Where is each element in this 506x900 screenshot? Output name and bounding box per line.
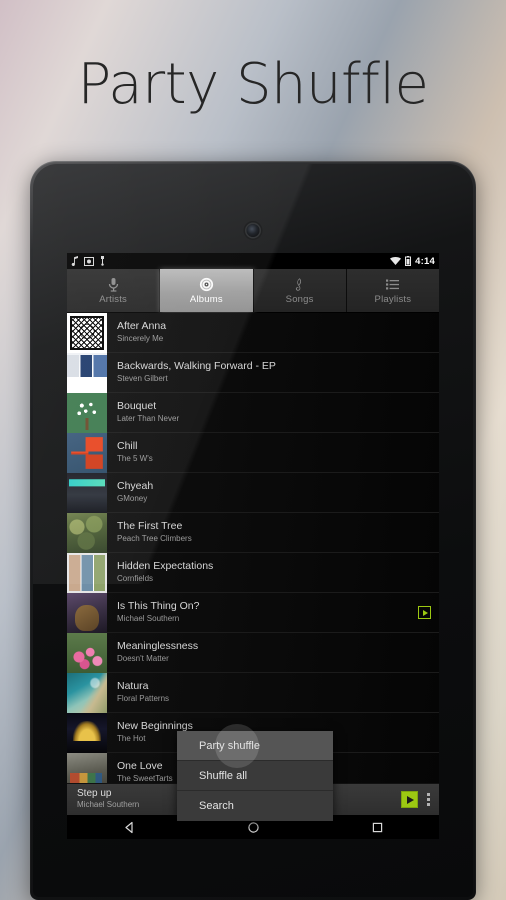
now-playing-artist: Michael Southern [77, 800, 140, 810]
album-artist: Floral Patterns [117, 694, 170, 704]
album-title: Bouquet [117, 400, 157, 413]
now-playing-indicator-icon [418, 606, 431, 619]
wifi-icon [390, 257, 402, 265]
album-art-thumbnail [67, 313, 107, 353]
album-art-thumbnail [67, 633, 107, 673]
menu-item-label: Search [199, 800, 234, 812]
overflow-popup-menu[interactable]: Party shuffle Shuffle all Search [177, 731, 333, 821]
album-title: After Anna [117, 320, 167, 333]
album-row[interactable]: Bouquet Later Than Never [67, 393, 439, 433]
tab-playlists[interactable]: Playlists [346, 269, 439, 312]
tab-songs-label: Songs [285, 294, 314, 305]
tab-playlists-label: Playlists [374, 294, 412, 305]
album-title: Natura [117, 680, 149, 693]
tab-albums[interactable]: Albums [160, 269, 254, 312]
album-art-thumbnail [67, 593, 107, 633]
album-title: Chill [117, 440, 138, 453]
album-artist: Later Than Never [117, 414, 180, 424]
album-art-thumbnail [67, 713, 107, 753]
page-title: Party Shuffle [77, 52, 429, 117]
microphone-icon [105, 276, 122, 293]
album-row[interactable]: Is This Thing On? Michael Southern [67, 593, 439, 633]
album-artist: Cornfields [117, 574, 154, 584]
album-artist: Steven Gilbert [117, 374, 168, 384]
album-meta: Natura Floral Patterns [107, 673, 439, 712]
menu-item[interactable]: Party shuffle [177, 731, 333, 761]
album-artist: The 5 W's [117, 454, 153, 464]
album-meta: Bouquet Later Than Never [107, 393, 439, 432]
menu-item-label: Party shuffle [199, 739, 260, 752]
album-meta: Is This Thing On? Michael Southern [107, 593, 418, 632]
album-row[interactable]: Chyeah GMoney [67, 473, 439, 513]
album-art-thumbnail [67, 553, 107, 593]
album-row[interactable]: Backwards, Walking Forward - EP Steven Gi… [67, 353, 439, 393]
screenshot-icon [84, 256, 94, 266]
device-screen: 4:14 Artists Albums Songs Playlists Afte… [67, 253, 439, 839]
list-icon [384, 276, 401, 293]
album-meta: Chyeah GMoney [107, 473, 439, 512]
album-title: Chyeah [117, 480, 154, 493]
album-artist: Doesn't Matter [117, 654, 169, 664]
album-art-thumbnail [67, 473, 107, 513]
menu-item[interactable]: Search [177, 791, 333, 821]
tab-artists-label: Artists [99, 294, 128, 305]
album-artist: Sincerely Me [117, 334, 164, 344]
album-artist: Michael Southern [117, 614, 180, 624]
album-row[interactable]: Chill The 5 W's [67, 433, 439, 473]
album-artist: Peach Tree Climbers [117, 534, 192, 544]
play-button[interactable] [401, 791, 418, 808]
front-camera-icon [246, 224, 260, 237]
album-title: Backwards, Walking Forward - EP [117, 360, 276, 373]
album-artist: GMoney [117, 494, 148, 504]
album-art-thumbnail [67, 393, 107, 433]
usb-icon [99, 256, 106, 266]
vinyl-disc-icon [198, 276, 215, 293]
battery-icon [405, 256, 412, 266]
album-title: Hidden Expectations [117, 560, 214, 573]
tab-artists[interactable]: Artists [67, 269, 161, 312]
album-art-thumbnail [67, 353, 107, 393]
album-meta: After Anna Sincerely Me [107, 313, 439, 352]
now-playing-title: Step up [77, 788, 112, 800]
menu-item-label: Shuffle all [199, 769, 248, 782]
overflow-menu-icon[interactable] [427, 793, 430, 806]
status-bar: 4:14 [67, 253, 439, 269]
album-meta: Hidden Expectations Cornfields [107, 553, 439, 592]
album-art-thumbnail [67, 673, 107, 713]
album-row[interactable]: Meaninglessness Doesn't Matter [67, 633, 439, 673]
album-title: Is This Thing On? [117, 600, 200, 613]
tablet-device-frame: 4:14 Artists Albums Songs Playlists Afte… [30, 161, 476, 900]
album-row[interactable]: Natura Floral Patterns [67, 673, 439, 713]
album-row[interactable]: After Anna Sincerely Me [67, 313, 439, 353]
album-meta: Backwards, Walking Forward - EP Steven Gi… [107, 353, 439, 392]
album-title: Meaninglessness [117, 640, 199, 653]
treble-clef-icon [291, 276, 308, 293]
recents-button[interactable] [357, 815, 397, 839]
album-art-thumbnail [67, 513, 107, 553]
album-meta: The First Tree Peach Tree Climbers [107, 513, 439, 552]
menu-item[interactable]: Shuffle all [177, 761, 333, 791]
tab-albums-label: Albums [189, 294, 223, 305]
album-row[interactable]: Hidden Expectations Cornfields [67, 553, 439, 593]
back-button[interactable] [109, 815, 149, 839]
album-art-thumbnail [67, 433, 107, 473]
status-clock: 4:14 [415, 255, 435, 267]
album-row[interactable]: The First Tree Peach Tree Climbers [67, 513, 439, 553]
album-title: The First Tree [117, 520, 183, 533]
album-meta: Chill The 5 W's [107, 433, 439, 472]
tab-bar: Artists Albums Songs Playlists [67, 269, 439, 313]
album-meta: Meaninglessness Doesn't Matter [107, 633, 439, 672]
tab-songs[interactable]: Songs [253, 269, 347, 312]
music-note-icon [71, 256, 79, 266]
